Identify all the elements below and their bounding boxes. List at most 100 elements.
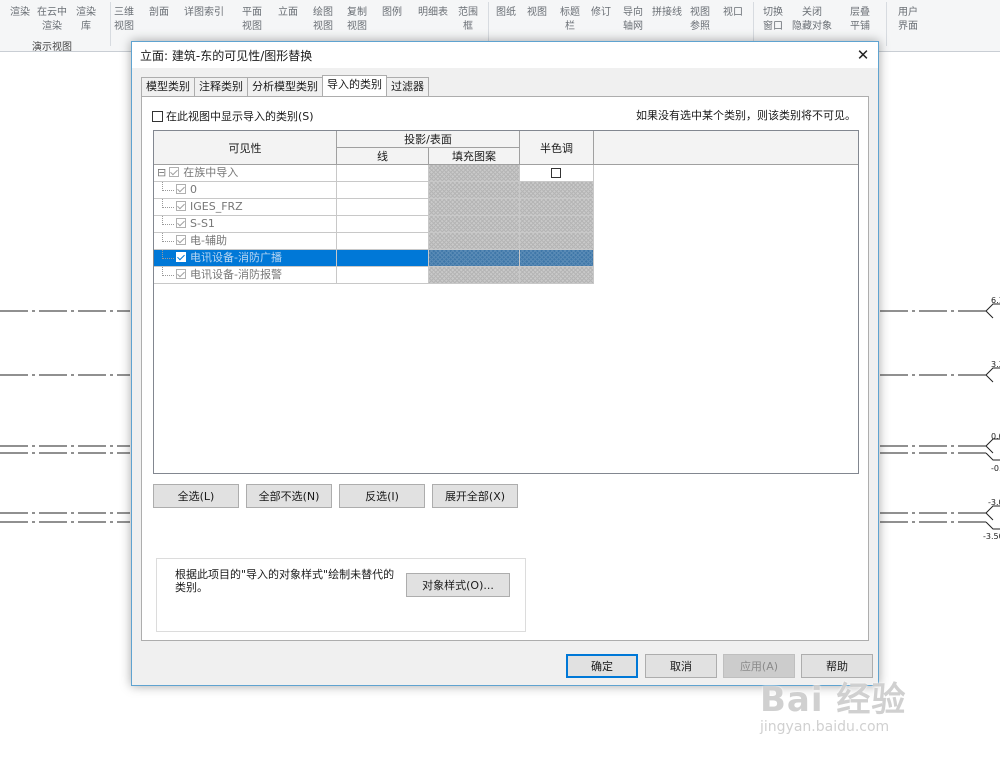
tab-filters[interactable]: 过滤器 (386, 77, 429, 96)
category-label: S-S1 (190, 217, 215, 230)
show-imported-checkbox[interactable] (152, 110, 163, 122)
table-row[interactable]: 0 (154, 182, 594, 199)
visibility-checkbox[interactable] (176, 218, 186, 228)
watermark-url: jingyan.baidu.com (760, 719, 890, 735)
header-lines: 线 (337, 148, 429, 165)
patterns-cell (429, 250, 520, 267)
header-halftone: 半色调 (520, 131, 594, 165)
tab-annotation-categories[interactable]: 注释类别 (194, 77, 248, 96)
expand-all-button[interactable]: 展开全部(X) (432, 484, 518, 508)
lines-cell[interactable] (337, 199, 429, 216)
ribbon-tool[interactable]: 视口 (711, 6, 755, 20)
visibility-cell[interactable]: ⊟ 在族中导入 (154, 165, 337, 182)
ribbon-tool[interactable]: 切换 窗口 (751, 6, 795, 34)
visibility-cell[interactable]: IGES_FRZ (154, 199, 337, 216)
categories-table: 可见性 投影/表面 线 填充图案 半色调 ⊟ 在族中导入 0 IGES_FRZ S-S1… (153, 130, 859, 474)
object-styles-note: 根据此项目的"导入的对象样式"绘制未替代的类别。 (175, 568, 395, 594)
tree-line (162, 199, 174, 208)
level-label: -3.0 (988, 498, 1000, 507)
patterns-cell (429, 199, 520, 216)
patterns-cell (429, 267, 520, 284)
header-patterns: 填充图案 (429, 148, 520, 165)
visibility-checkbox[interactable] (176, 201, 186, 211)
header-projection-surface: 投影/表面 (337, 131, 520, 148)
lines-cell[interactable] (337, 216, 429, 233)
halftone-cell (520, 250, 594, 267)
visibility-checkbox[interactable] (176, 235, 186, 245)
visibility-graphics-dialog: 立面: 建筑-东的可见性/图形替换 ✕ 模型类别 注释类别 分析模型类别 导入的… (131, 41, 879, 686)
ribbon-tool[interactable]: 剖面 (137, 6, 181, 20)
ribbon-tool[interactable]: 关闭 隐藏对象 (790, 6, 834, 34)
level-label: 0.0 (991, 432, 1000, 441)
cancel-button[interactable]: 取消 (645, 654, 717, 678)
visibility-checkbox[interactable] (169, 167, 180, 177)
halftone-cell (520, 267, 594, 284)
table-row[interactable]: S-S1 (154, 216, 594, 233)
visibility-checkbox[interactable] (176, 252, 186, 262)
halftone-cell (520, 216, 594, 233)
table-row[interactable]: 电讯设备-消防广播 (154, 250, 594, 267)
dialog-title: 立面: 建筑-东的可见性/图形替换 (140, 48, 313, 63)
halftone-cell[interactable] (520, 165, 594, 182)
lines-cell[interactable] (337, 165, 429, 182)
tab-model-categories[interactable]: 模型类别 (141, 77, 195, 96)
object-styles-button[interactable]: 对象样式(O)... (406, 573, 510, 597)
select-all-button[interactable]: 全选(L) (153, 484, 239, 508)
tree-line (162, 267, 174, 276)
halftone-cell (520, 182, 594, 199)
ribbon-tool[interactable]: 详图索引 (182, 6, 226, 20)
ribbon-tool[interactable]: 层叠 平铺 (838, 6, 882, 34)
lines-cell[interactable] (337, 267, 429, 284)
header-filler (594, 131, 858, 165)
category-label: 电讯设备-消防广播 (190, 251, 282, 264)
lines-cell[interactable] (337, 182, 429, 199)
visibility-cell[interactable]: 电-辅助 (154, 233, 337, 250)
category-label: 在族中导入 (183, 166, 239, 179)
table-row[interactable]: IGES_FRZ (154, 199, 594, 216)
object-styles-group: 根据此项目的"导入的对象样式"绘制未替代的类别。 对象样式(O)... (156, 558, 526, 632)
table-row[interactable]: 电-辅助 (154, 233, 594, 250)
level-markers (985, 303, 1000, 530)
category-label: IGES_FRZ (190, 200, 243, 213)
level-label: -0. (991, 464, 1000, 473)
tab-imported-categories[interactable]: 导入的类别 (322, 75, 387, 96)
tree-line (162, 216, 174, 225)
level-label: 6.1 (991, 296, 1000, 305)
category-label: 电-辅助 (190, 234, 227, 247)
collapse-icon[interactable]: ⊟ (157, 166, 166, 179)
watermark-logo: Bai 经验 (760, 680, 907, 720)
table-row[interactable]: 电讯设备-消防报警 (154, 267, 594, 284)
tree-line (162, 182, 174, 191)
ok-button[interactable]: 确定 (566, 654, 638, 678)
patterns-cell (429, 216, 520, 233)
visibility-cell[interactable]: 电讯设备-消防广播 (154, 250, 337, 267)
visibility-cell[interactable]: 电讯设备-消防报警 (154, 267, 337, 284)
visibility-checkbox[interactable] (176, 269, 186, 279)
header-visibility[interactable]: 可见性 (154, 131, 337, 165)
visibility-cell[interactable]: 0 (154, 182, 337, 199)
close-icon[interactable]: ✕ (848, 42, 878, 68)
lines-cell[interactable] (337, 250, 429, 267)
ribbon-tool[interactable]: 用户 界面 (886, 6, 930, 34)
tree-line (162, 233, 174, 242)
panel-label-presentation: 演示视图 (32, 42, 72, 52)
ribbon-tool[interactable]: 图例 (370, 6, 414, 20)
patterns-cell (429, 165, 520, 182)
patterns-cell (429, 182, 520, 199)
level-label: 3.3 (991, 360, 1000, 369)
tab-strip: 模型类别 注释类别 分析模型类别 导入的类别 过滤器 (141, 75, 429, 96)
halftone-cell (520, 199, 594, 216)
visibility-cell[interactable]: S-S1 (154, 216, 337, 233)
visibility-checkbox[interactable] (176, 184, 186, 194)
show-imported-checkbox-row[interactable]: 在此视图中显示导入的类别(S) (152, 108, 314, 124)
table-row[interactable]: ⊟ 在族中导入 (154, 165, 594, 182)
dialog-titlebar: 立面: 建筑-东的可见性/图形替换 ✕ (132, 42, 878, 68)
show-imported-label: 在此视图中显示导入的类别(S) (166, 110, 314, 123)
select-none-button[interactable]: 全部不选(N) (246, 484, 332, 508)
halftone-checkbox[interactable] (551, 168, 561, 178)
patterns-cell (429, 233, 520, 250)
tab-analytical-model-categories[interactable]: 分析模型类别 (247, 77, 323, 96)
baidu-watermark: Bai 经验 jingyan.baidu.com (760, 672, 906, 735)
lines-cell[interactable] (337, 233, 429, 250)
invert-selection-button[interactable]: 反选(I) (339, 484, 425, 508)
